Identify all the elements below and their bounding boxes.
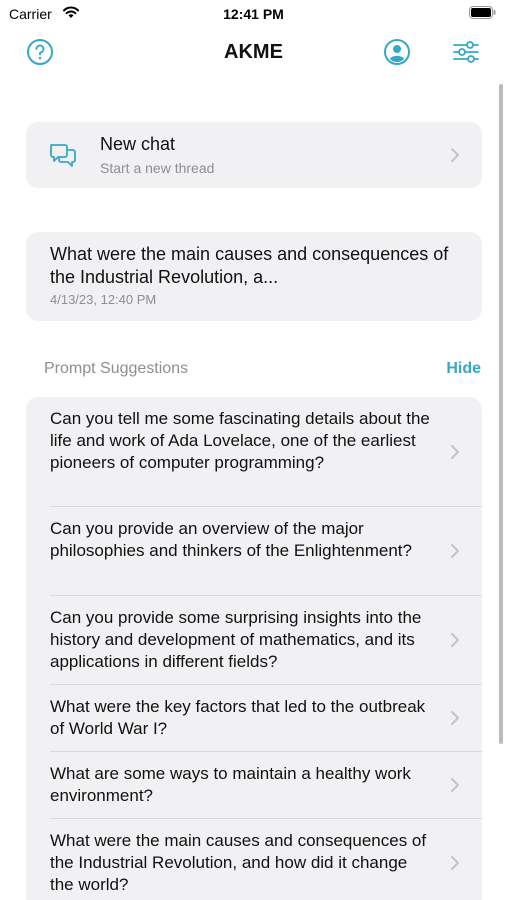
suggestion-item[interactable]: What were the key factors that led to th… (26, 685, 482, 752)
suggestions-header: Prompt Suggestions (44, 360, 189, 377)
suggestion-text: What were the main causes and consequenc… (50, 831, 427, 894)
recent-chat-date: 4/13/23, 12:40 PM (50, 292, 157, 307)
chat-bubbles-icon (50, 144, 76, 167)
new-chat-title: New chat (100, 134, 176, 154)
suggestion-item[interactable]: What were the main causes and consequenc… (26, 819, 482, 900)
chevron-right-icon (451, 544, 459, 558)
suggestions-list: Can you tell me some fascinating details… (26, 397, 482, 900)
settings-sliders-icon[interactable] (452, 38, 480, 66)
suggestion-text: Can you tell me some fascinating details… (50, 409, 430, 472)
status-time: 12:41 PM (223, 6, 284, 22)
recent-chat-item[interactable]: What were the main causes and consequenc… (26, 232, 482, 321)
suggestion-text: Can you provide an overview of the major… (50, 519, 412, 560)
chevron-right-icon (451, 148, 459, 162)
suggestion-item[interactable]: Can you provide an overview of the major… (26, 507, 482, 596)
chevron-right-icon (451, 633, 459, 647)
suggestion-text: What were the key factors that led to th… (50, 697, 426, 738)
suggestion-item[interactable]: Can you provide some surprising insights… (26, 596, 482, 685)
page-title: AKME (224, 41, 283, 63)
recent-chat-title: What were the main causes and consequenc… (50, 244, 449, 287)
hide-suggestions-button[interactable]: Hide (446, 360, 481, 378)
chevron-right-icon (451, 856, 459, 870)
suggestion-item[interactable]: Can you tell me some fascinating details… (26, 397, 482, 507)
new-chat-button[interactable]: New chat Start a new thread (26, 122, 482, 188)
battery-icon (469, 6, 496, 19)
chevron-right-icon (451, 711, 459, 725)
suggestion-item[interactable]: What are some ways to maintain a healthy… (26, 752, 482, 819)
new-chat-subtitle: Start a new thread (100, 160, 215, 176)
chevron-right-icon (451, 778, 459, 792)
status-bar: Carrier 12:41 PM (0, 0, 507, 28)
nav-bar: AKME (0, 34, 507, 70)
chevron-right-icon (451, 445, 459, 459)
suggestion-text: Can you provide some surprising insights… (50, 608, 422, 671)
profile-icon[interactable] (383, 38, 411, 66)
scroll-indicator[interactable] (499, 84, 503, 744)
suggestion-text: What are some ways to maintain a healthy… (50, 764, 411, 805)
